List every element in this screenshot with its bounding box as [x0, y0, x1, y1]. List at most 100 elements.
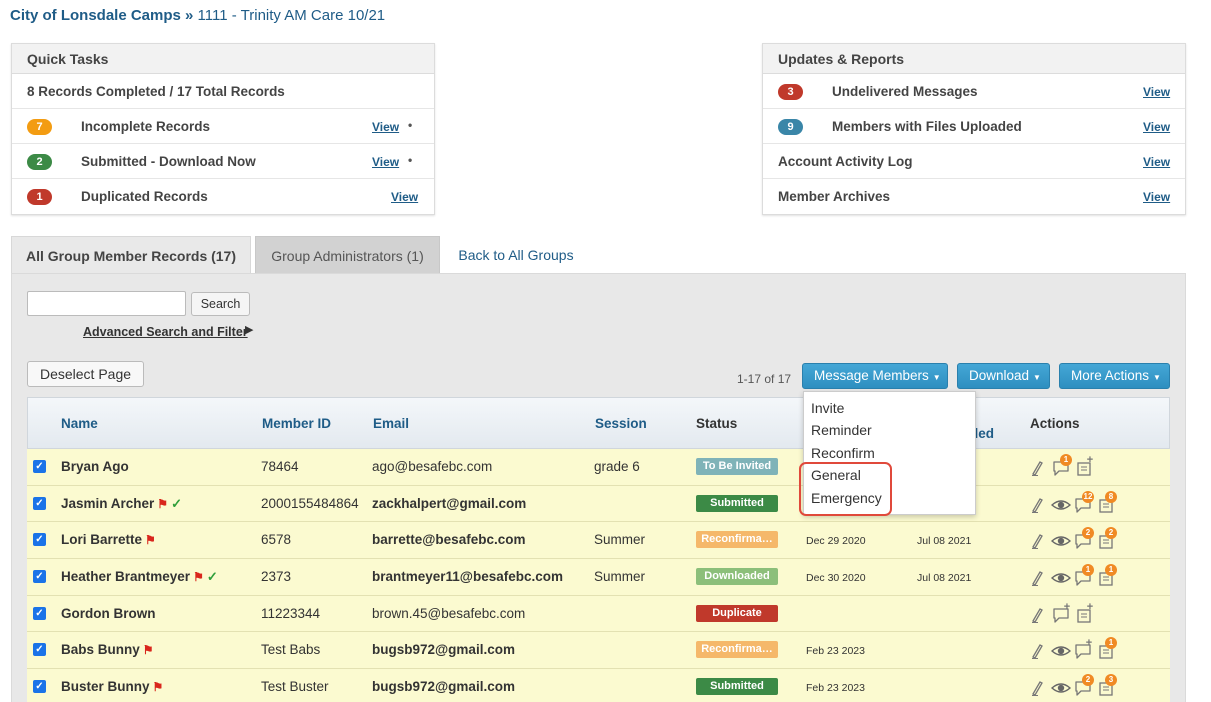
- edit-icon[interactable]: [1029, 678, 1049, 698]
- member-name-link[interactable]: Babs Bunny ⚑: [61, 642, 154, 657]
- message-members-label: Message Members: [814, 368, 929, 383]
- row-checkbox[interactable]: ✓: [33, 570, 46, 584]
- download-label: Download: [969, 368, 1030, 383]
- updates-row: 3 Undelivered Messages View: [763, 74, 1185, 109]
- row-actions: 23: [1029, 674, 1139, 698]
- member-id: 6578: [261, 532, 292, 548]
- member-name: Heather Brantmeyer: [61, 569, 191, 585]
- row-checkbox[interactable]: ✓: [33, 533, 46, 547]
- updates-row: 9 Members with Files Uploaded View: [763, 109, 1185, 144]
- updates-label: Undelivered Messages: [832, 84, 978, 99]
- updates-label: Members with Files Uploaded: [832, 119, 1022, 134]
- view-link[interactable]: View: [372, 155, 399, 169]
- edit-icon[interactable]: [1029, 495, 1049, 515]
- member-name: Lori Barrette: [61, 532, 143, 548]
- member-email: zackhalpert@gmail.com: [372, 495, 527, 511]
- row-checkbox[interactable]: ✓: [33, 606, 46, 620]
- date-value: Jul 08 2021: [917, 572, 972, 585]
- flag-icon: ⚑: [145, 533, 156, 548]
- header-email[interactable]: Email: [373, 416, 409, 431]
- breadcrumb-group: 1111 - Trinity AM Care 10/21: [197, 7, 386, 24]
- view-link[interactable]: View: [391, 190, 418, 204]
- message-count-badge: 1: [1082, 564, 1094, 577]
- edit-icon[interactable]: [1029, 458, 1049, 478]
- back-to-all-groups-link[interactable]: Back to All Groups: [446, 236, 586, 274]
- edit-icon[interactable]: [1029, 641, 1049, 661]
- updates-reports-panel: Updates & Reports 3 Undelivered Messages V…: [762, 43, 1186, 215]
- deselect-page-button[interactable]: Deselect Page: [27, 361, 144, 387]
- row-actions: 11: [1029, 564, 1139, 588]
- view-link[interactable]: View: [372, 120, 399, 134]
- date-value: Feb 23 2023: [806, 645, 865, 658]
- view-icon[interactable]: [1050, 495, 1072, 515]
- menu-item-reminder[interactable]: Reminder: [811, 422, 872, 438]
- row-actions: 22: [1029, 527, 1139, 551]
- member-name-link[interactable]: Gordon Brown: [61, 606, 156, 621]
- view-link[interactable]: View: [1143, 85, 1170, 99]
- header-session[interactable]: Session: [595, 416, 647, 431]
- row-actions: + +: [1029, 601, 1139, 625]
- caret-down-icon: ▼: [932, 373, 941, 382]
- record-count: 1-17 of 17: [737, 372, 792, 386]
- quick-tasks-title: Quick Tasks: [12, 44, 434, 74]
- member-name: Buster Bunny: [61, 679, 150, 695]
- view-icon[interactable]: [1050, 678, 1072, 698]
- message-members-button[interactable]: Message Members ▼: [802, 363, 948, 389]
- plus-icon: +: [1063, 600, 1071, 613]
- quick-task-row: 7 Incomplete Records View •: [12, 109, 434, 144]
- member-name-link[interactable]: Lori Barrette ⚑: [61, 532, 156, 547]
- search-button[interactable]: Search: [191, 292, 250, 316]
- edit-icon[interactable]: [1029, 531, 1049, 551]
- view-icon[interactable]: [1050, 531, 1072, 551]
- member-name-link[interactable]: Jasmin Archer ⚑ ✓: [61, 496, 182, 512]
- member-session: grade 6: [594, 459, 640, 474]
- highlight-box: [799, 462, 892, 516]
- status-badge: Duplicate: [696, 604, 778, 622]
- quick-task-label: Submitted - Download Now: [81, 154, 256, 169]
- date-value: Jul 08 2021: [917, 535, 972, 548]
- document-count-badge: 8: [1105, 490, 1117, 503]
- member-name-link[interactable]: Bryan Ago: [61, 459, 129, 474]
- date-value: Feb 23 2023: [806, 682, 865, 695]
- row-checkbox[interactable]: ✓: [33, 496, 46, 510]
- breadcrumb-org-link[interactable]: City of Lonsdale Camps: [10, 7, 181, 24]
- caret-down-icon: ▼: [1153, 373, 1161, 382]
- tab-all-group-member-records[interactable]: All Group Member Records (17): [11, 236, 251, 274]
- status-badge: Reconfirma…: [696, 641, 778, 659]
- menu-item-reconfirm[interactable]: Reconfirm: [811, 445, 875, 461]
- menu-item-invite[interactable]: Invite: [811, 400, 844, 416]
- member-name-link[interactable]: Heather Brantmeyer ⚑ ✓: [61, 569, 218, 585]
- member-id: 2373: [261, 569, 292, 585]
- row-checkbox[interactable]: ✓: [33, 643, 46, 657]
- view-icon[interactable]: [1050, 568, 1072, 588]
- view-link[interactable]: View: [1143, 120, 1170, 134]
- count-badge: 2: [27, 154, 52, 170]
- edit-icon[interactable]: [1029, 568, 1049, 588]
- table-row: ✓ Heather Brantmeyer ⚑ ✓ 2373 brantmeyer11@be…: [27, 559, 1170, 596]
- member-name-link[interactable]: Buster Bunny ⚑: [61, 679, 163, 694]
- table-header: Name Member ID Email Session Status ded …: [27, 397, 1170, 449]
- view-link[interactable]: View: [1143, 155, 1170, 169]
- flag-icon: ⚑: [152, 680, 164, 695]
- header-name[interactable]: Name: [61, 416, 98, 431]
- message-count-badge: 1: [1060, 454, 1072, 466]
- row-checkbox[interactable]: ✓: [33, 680, 46, 694]
- row-checkbox[interactable]: ✓: [33, 460, 46, 473]
- header-member-id[interactable]: Member ID: [262, 416, 331, 431]
- view-link[interactable]: View: [1143, 190, 1170, 204]
- message-count-badge: 12: [1082, 490, 1094, 503]
- quick-task-row: 1 Duplicated Records View: [12, 179, 434, 214]
- more-actions-button[interactable]: More Actions ▼: [1059, 363, 1170, 389]
- download-button[interactable]: Download ▼: [957, 363, 1050, 389]
- search-input[interactable]: [27, 291, 186, 316]
- view-icon[interactable]: [1050, 641, 1072, 661]
- member-id: Test Babs: [261, 642, 321, 658]
- member-session: Summer: [594, 532, 646, 548]
- advanced-search-link[interactable]: Advanced Search and Filter: [83, 325, 248, 339]
- flag-icon: ⚑: [142, 643, 154, 658]
- member-email: brantmeyer11@besafebc.com: [372, 569, 564, 585]
- table-row: ✓ Bryan Ago 78464 ago@besafebc.com grade 6 To…: [27, 449, 1170, 486]
- table-row: ✓ Jasmin Archer ⚑ ✓ 2000155484864 zackhalpert…: [27, 485, 1170, 523]
- edit-icon[interactable]: [1029, 605, 1049, 625]
- tab-group-administrators[interactable]: Group Administrators (1): [255, 236, 440, 274]
